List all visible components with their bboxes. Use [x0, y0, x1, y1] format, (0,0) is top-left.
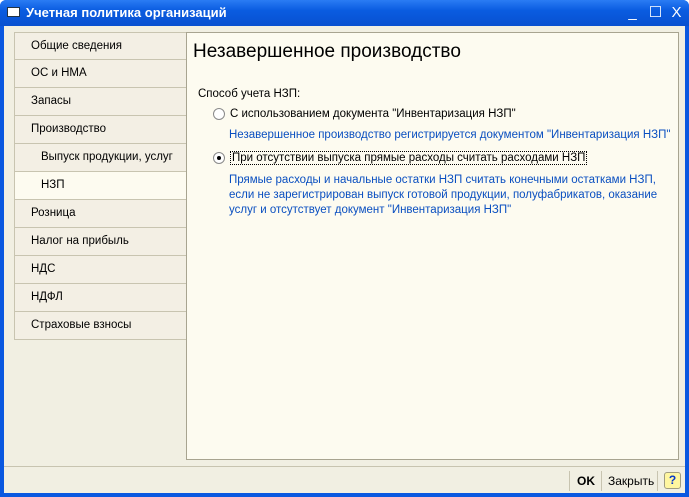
sidebar-tabs: Общие сведения ОС и НМА Запасы Производс…	[14, 32, 188, 340]
tab-general[interactable]: Общие сведения	[14, 32, 187, 60]
tab-fixed-assets[interactable]: ОС и НМА	[14, 60, 187, 88]
description-line: если не зарегистрирован выпуск готовой п…	[229, 189, 658, 201]
group-label: Способ учета НЗП:	[198, 88, 301, 100]
divider	[657, 471, 658, 491]
minimize-button[interactable]: _	[623, 3, 642, 22]
ok-button[interactable]: OK	[577, 471, 595, 491]
tab-production[interactable]: Производство	[14, 116, 187, 144]
window: Учетная политика организаций _ ☐ X Общие…	[0, 0, 689, 497]
option-description: Прямые расходы и начальные остатки НЗП с…	[229, 173, 657, 218]
tab-output[interactable]: Выпуск продукции, услуг	[14, 144, 187, 172]
radio-label: При отсутствии выпуска прямые расходы сч…	[230, 151, 588, 165]
divider	[601, 471, 602, 491]
help-icon[interactable]: ?	[664, 472, 681, 489]
window-title: Учетная политика организаций	[26, 5, 227, 20]
radio-inventory-doc[interactable]: С использованием документа "Инвентаризац…	[213, 108, 516, 120]
title-bar[interactable]: Учетная политика организаций _ ☐ X	[0, 0, 689, 26]
radio-icon[interactable]	[213, 108, 225, 120]
description-line: услуг и отсутствует документ "Инвентариз…	[229, 204, 512, 216]
radio-direct-costs[interactable]: При отсутствии выпуска прямые расходы сч…	[213, 151, 588, 165]
tab-personal-tax[interactable]: НДФЛ	[14, 284, 187, 312]
tab-wip[interactable]: НЗП	[14, 172, 188, 200]
divider	[569, 471, 570, 491]
tab-insurance[interactable]: Страховые взносы	[14, 312, 187, 340]
radio-label: С использованием документа "Инвентаризац…	[230, 108, 516, 120]
close-button[interactable]: X	[667, 3, 686, 22]
tab-retail[interactable]: Розница	[14, 200, 187, 228]
description-line: Прямые расходы и начальные остатки НЗП с…	[229, 174, 656, 186]
option-description: Незавершенное производство регистрируетс…	[229, 129, 671, 141]
page-title: Незавершенное производство	[193, 41, 461, 62]
radio-selected-icon[interactable]	[213, 152, 225, 164]
maximize-button[interactable]: ☐	[646, 3, 665, 22]
content-panel: Незавершенное производство Способ учета …	[186, 32, 679, 460]
close-form-button[interactable]: Закрыть	[608, 471, 654, 491]
tab-vat[interactable]: НДС	[14, 256, 187, 284]
tab-inventory[interactable]: Запасы	[14, 88, 187, 116]
app-icon	[7, 7, 20, 17]
tab-income-tax[interactable]: Налог на прибыль	[14, 228, 187, 256]
footer-bar: OK Закрыть ?	[4, 466, 685, 493]
client-area: Общие сведения ОС и НМА Запасы Производс…	[4, 26, 685, 493]
